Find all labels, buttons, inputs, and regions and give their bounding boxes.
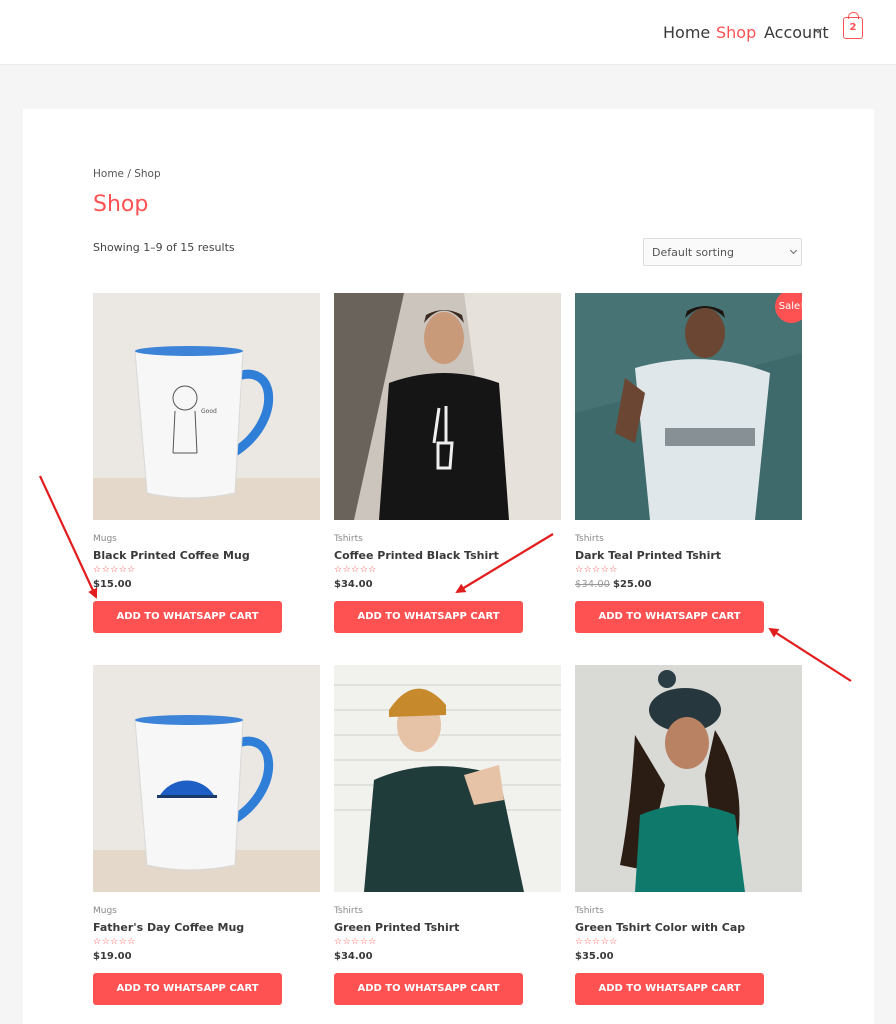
- product-old-price: $34.00: [575, 579, 610, 590]
- product-image-mug[interactable]: [93, 665, 320, 892]
- cart-count: 2: [849, 22, 857, 33]
- cart-icon[interactable]: 2: [843, 12, 863, 39]
- rating-stars-icon: ☆☆☆☆☆: [334, 565, 377, 575]
- product-price: $35.00: [575, 951, 614, 962]
- product-category: Mugs: [93, 906, 117, 916]
- add-to-whatsapp-cart-button[interactable]: ADD TO WHATSAPP CART: [93, 601, 282, 633]
- breadcrumb-separator: /: [124, 168, 135, 180]
- add-to-whatsapp-cart-button[interactable]: ADD TO WHATSAPP CART: [575, 973, 764, 1005]
- breadcrumb-home[interactable]: Home: [93, 168, 124, 180]
- rating-stars-icon: ☆☆☆☆☆: [93, 565, 136, 575]
- page-title: Shop: [93, 192, 149, 217]
- svg-text:Good: Good: [201, 408, 217, 415]
- rating-stars-icon: ☆☆☆☆☆: [575, 565, 618, 575]
- rating-stars-icon: ☆☆☆☆☆: [93, 937, 136, 947]
- results-count: Showing 1–9 of 15 results: [93, 241, 235, 254]
- product-category: Tshirts: [334, 534, 363, 544]
- add-to-whatsapp-cart-button[interactable]: ADD TO WHATSAPP CART: [334, 601, 523, 633]
- sort-selected: Default sorting: [652, 246, 734, 259]
- product-price: $34.00 $25.00: [575, 579, 652, 590]
- chevron-down-icon: [789, 246, 798, 255]
- site-header: Home Shop Account 2: [0, 0, 896, 65]
- product-name[interactable]: Dark Teal Printed Tshirt: [575, 549, 721, 562]
- product-image-tshirt-cap[interactable]: [575, 665, 802, 892]
- sort-select[interactable]: Default sorting: [643, 238, 802, 266]
- product-price: $34.00: [334, 951, 373, 962]
- product-category: Tshirts: [334, 906, 363, 916]
- product-category: Mugs: [93, 534, 117, 544]
- product-category: Tshirts: [575, 906, 604, 916]
- breadcrumb: Home / Shop: [93, 168, 161, 180]
- product-image-mug[interactable]: Good: [93, 293, 320, 520]
- product-name[interactable]: Green Printed Tshirt: [334, 921, 459, 934]
- rating-stars-icon: ☆☆☆☆☆: [575, 937, 618, 947]
- product-category: Tshirts: [575, 534, 604, 544]
- product-name[interactable]: Green Tshirt Color with Cap: [575, 921, 745, 934]
- product-name[interactable]: Coffee Printed Black Tshirt: [334, 549, 499, 562]
- product-image-tshirt[interactable]: Sale!: [575, 293, 802, 520]
- breadcrumb-current: Shop: [134, 168, 161, 180]
- product-name[interactable]: Black Printed Coffee Mug: [93, 549, 250, 562]
- product-image-tshirt[interactable]: [334, 293, 561, 520]
- product-price: $34.00: [334, 579, 373, 590]
- product-name[interactable]: Father's Day Coffee Mug: [93, 921, 244, 934]
- add-to-whatsapp-cart-button[interactable]: ADD TO WHATSAPP CART: [575, 601, 764, 633]
- product-price: $15.00: [93, 579, 132, 590]
- add-to-whatsapp-cart-button[interactable]: ADD TO WHATSAPP CART: [334, 973, 523, 1005]
- rating-stars-icon: ☆☆☆☆☆: [334, 937, 377, 947]
- product-image-tshirt[interactable]: [334, 665, 561, 892]
- product-sale-price: $25.00: [613, 579, 652, 590]
- nav-shop[interactable]: Shop: [716, 23, 756, 42]
- nav-home[interactable]: Home: [663, 23, 710, 42]
- add-to-whatsapp-cart-button[interactable]: ADD TO WHATSAPP CART: [93, 973, 282, 1005]
- product-price: $19.00: [93, 951, 132, 962]
